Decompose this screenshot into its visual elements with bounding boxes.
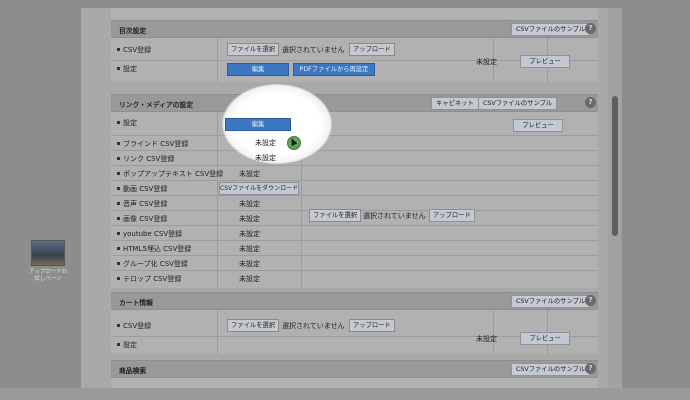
- links-item-label: グループ化 CSV登録: [117, 259, 188, 269]
- cart-settings-label: 設定: [117, 340, 137, 350]
- toc-section-body: CSV登録 ファイルを選択 選択されていません アップロード 設定 編集 PDF…: [111, 38, 598, 82]
- toc-csv-row: CSV登録 ファイルを選択 選択されていません アップロード: [111, 42, 598, 56]
- links-item-row: HTML5埋込 CSV登録 未設定: [111, 240, 598, 255]
- cart-csv-label: CSV登録: [117, 321, 151, 331]
- links-item-row: ブラインド CSV登録: [111, 135, 598, 150]
- cart-section-header: カート情報 CSVファイルのサンプル ?: [111, 292, 598, 310]
- desktop-bottom-bar: [0, 388, 690, 400]
- links-item-label: ポップアップテキスト CSV登録: [117, 169, 223, 179]
- links-help-icon[interactable]: ?: [585, 97, 596, 108]
- toc-section-title: 目次設定: [119, 27, 147, 35]
- scrollbar-thumb[interactable]: [612, 96, 618, 236]
- links-csv-sample-button[interactable]: CSVファイルのサンプル: [478, 97, 558, 110]
- links-item-label: 画像 CSV登録: [117, 214, 167, 224]
- cart-status-text: 未設定: [476, 335, 497, 343]
- links-section-title: リンク・メディアの設定: [119, 101, 194, 109]
- links-item-value: 未設定: [239, 245, 260, 253]
- cart-section-body: CSV登録 ファイルを選択 選択されていません アップロード 設定 未設定 プレ…: [111, 310, 598, 354]
- links-item-value: 未設定: [239, 215, 260, 223]
- toc-upload-button[interactable]: アップロード: [349, 43, 395, 56]
- links-item-row: リンク CSV登録: [111, 150, 598, 165]
- browser-window: 目次設定 CSVファイルのサンプル ? CSV登録 ファイルを選択 選択されてい…: [81, 8, 608, 388]
- search-section-header: 商品検索 CSVファイルのサンプル ?: [111, 360, 598, 378]
- links-item-value: 未設定: [239, 170, 260, 178]
- search-section-body: [111, 378, 598, 388]
- links-item-label: リンク CSV登録: [117, 154, 174, 164]
- search-help-icon[interactable]: ?: [585, 363, 596, 374]
- spotlight-content: 編集 未設定 未設定: [222, 84, 332, 164]
- links-item-label: HTML5埋込 CSV登録: [117, 244, 191, 254]
- toc-pdf-reset-button[interactable]: PDFファイルから再設定: [293, 63, 375, 76]
- links-item-label: テロップ CSV登録: [117, 274, 181, 284]
- links-item-label: 音声 CSV登録: [117, 199, 167, 209]
- toc-csv-label: CSV登録: [117, 45, 151, 55]
- links-item-row: youtube CSV登録 未設定: [111, 225, 598, 240]
- links-item-label: ブラインド CSV登録: [117, 139, 188, 149]
- toc-file-status: 選択されていません: [282, 46, 345, 54]
- toc-edit-button[interactable]: 編集: [227, 63, 289, 76]
- toc-csv-sample-button[interactable]: CSVファイルのサンプル: [511, 23, 591, 36]
- links-upload-button[interactable]: アップロード: [429, 209, 475, 222]
- cart-file-status: 選択されていません: [282, 322, 345, 330]
- links-section-body: 設定 プレビュー ブラインド CSV登録 リンク CSV登録 ポップアップテキス…: [111, 112, 598, 288]
- desktop-file-icon[interactable]: アップロードお試しページ: [28, 240, 68, 283]
- links-item-label: youtube CSV登録: [117, 229, 182, 239]
- links-file-status: 選択されていません: [363, 212, 426, 220]
- toc-settings-label: 設定: [117, 64, 137, 74]
- links-item-value: 未設定: [255, 139, 276, 147]
- links-item-row: テロップ CSV登録 未設定: [111, 270, 598, 285]
- links-item-label: 動画 CSV登録: [117, 184, 167, 194]
- cart-upload-button[interactable]: アップロード: [349, 319, 395, 332]
- cart-help-icon[interactable]: ?: [585, 295, 596, 306]
- desktop-file-caption: アップロードお試しページ: [28, 269, 68, 282]
- toc-file-select-button[interactable]: ファイルを選択: [227, 43, 280, 56]
- toc-status-text: 未設定: [476, 58, 497, 66]
- links-item-value: 未設定: [255, 154, 276, 162]
- page-content: 目次設定 CSVファイルのサンプル ? CSV登録 ファイルを選択 選択されてい…: [111, 8, 598, 388]
- links-item-value: 未設定: [239, 200, 260, 208]
- search-section-title: 商品検索: [119, 367, 147, 375]
- links-item-value: 未設定: [239, 275, 260, 283]
- cart-file-select-button[interactable]: ファイルを選択: [227, 319, 280, 332]
- links-settings-row: 設定 プレビュー: [111, 112, 598, 134]
- search-csv-sample-button[interactable]: CSVファイルのサンプル: [511, 363, 591, 376]
- toc-preview-button[interactable]: プレビュー: [520, 55, 570, 68]
- links-item-row: ポップアップテキスト CSV登録 未設定: [111, 165, 598, 180]
- cart-section-title: カート情報: [119, 299, 153, 307]
- links-cabinet-button[interactable]: キャビネット: [431, 97, 479, 110]
- toc-help-icon[interactable]: ?: [585, 23, 596, 34]
- links-item-row: グループ化 CSV登録 未設定: [111, 255, 598, 270]
- links-file-select-button[interactable]: ファイルを選択: [309, 209, 362, 222]
- links-preview-button[interactable]: プレビュー: [513, 119, 563, 132]
- toc-section-header: 目次設定 CSVファイルのサンプル ?: [111, 20, 598, 38]
- links-item-row: 動画 CSV登録 CSVファイルをダウンロード: [111, 180, 598, 195]
- links-item-value: 未設定: [239, 260, 260, 268]
- cart-preview-button[interactable]: プレビュー: [520, 332, 570, 345]
- links-video-csv-download-button[interactable]: CSVファイルをダウンロード: [219, 182, 299, 195]
- links-settings-label: 設定: [117, 118, 137, 128]
- links-section-header: リンク・メディアの設定 キャビネット CSVファイルのサンプル ?: [111, 94, 598, 112]
- cart-csv-sample-button[interactable]: CSVファイルのサンプル: [511, 295, 591, 308]
- links-item-value: 未設定: [239, 230, 260, 238]
- file-thumbnail: [31, 240, 65, 266]
- cart-csv-row: CSV登録 ファイルを選択 選択されていません アップロード: [111, 318, 598, 332]
- links-item-row: 音声 CSV登録 未設定: [111, 195, 598, 210]
- links-edit-button[interactable]: 編集: [225, 118, 291, 131]
